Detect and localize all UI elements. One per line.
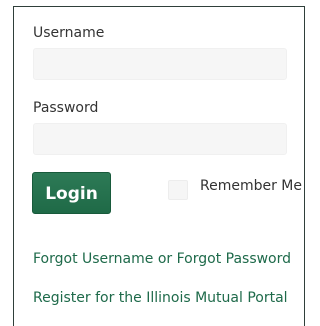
- remember-me-label[interactable]: Remember Me: [200, 178, 302, 194]
- register-portal-link[interactable]: Register for the Illinois Mutual Portal: [33, 290, 288, 306]
- forgot-credentials-link[interactable]: Forgot Username or Forgot Password: [33, 251, 291, 267]
- username-label: Username: [33, 25, 105, 41]
- remember-me-checkbox[interactable]: [168, 180, 188, 200]
- login-button[interactable]: Login: [32, 172, 111, 214]
- password-input[interactable]: [33, 123, 287, 155]
- username-input[interactable]: [33, 48, 287, 80]
- password-label: Password: [33, 100, 99, 116]
